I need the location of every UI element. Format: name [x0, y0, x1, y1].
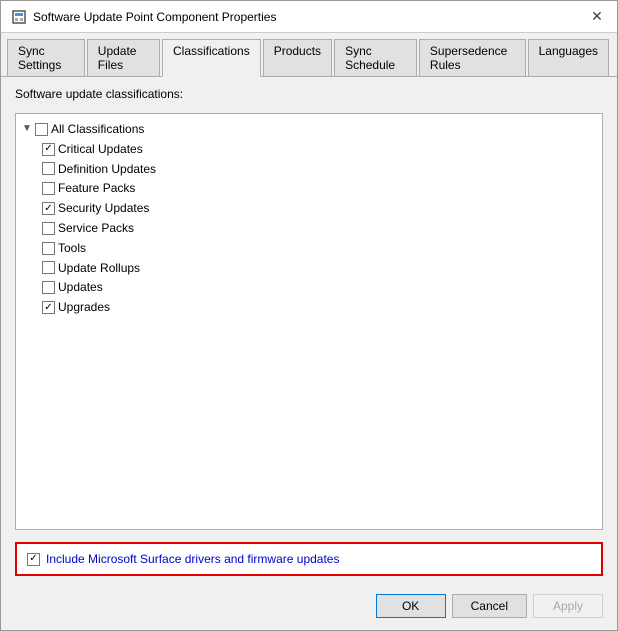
tab-update-files[interactable]: Update Files: [87, 39, 160, 76]
tree-item-root: ▼ All Classifications: [22, 120, 596, 139]
tree-item-updates: Updates: [42, 278, 596, 297]
window-title: Software Update Point Component Properti…: [33, 10, 276, 24]
tree-item-feature-packs: Feature Packs: [42, 179, 596, 198]
content-area: Software update classifications: ▼ All C…: [1, 77, 617, 586]
label-updates: Updates: [58, 279, 103, 296]
tree-container: ▼ All Classifications Critical Updates D…: [15, 113, 603, 530]
tabs-bar: Sync Settings Update Files Classificatio…: [1, 33, 617, 77]
label-critical-updates: Critical Updates: [58, 141, 143, 158]
checkbox-all-classifications[interactable]: [35, 123, 48, 136]
include-surface-text-blue: and firmware updates: [224, 552, 339, 566]
label-all-classifications: All Classifications: [51, 121, 144, 138]
checkbox-critical-updates[interactable]: [42, 143, 55, 156]
main-window: Software Update Point Component Properti…: [0, 0, 618, 631]
title-bar: Software Update Point Component Properti…: [1, 1, 617, 33]
checkbox-update-rollups[interactable]: [42, 261, 55, 274]
checkbox-service-packs[interactable]: [42, 222, 55, 235]
label-feature-packs: Feature Packs: [58, 180, 135, 197]
label-definition-updates: Definition Updates: [58, 161, 156, 178]
tree-item-update-rollups: Update Rollups: [42, 259, 596, 278]
tree-item-definition-updates: Definition Updates: [42, 160, 596, 179]
label-tools: Tools: [58, 240, 86, 257]
button-bar: OK Cancel Apply: [1, 586, 617, 630]
checkbox-tools[interactable]: [42, 242, 55, 255]
include-surface-label: Include Microsoft Surface drivers and fi…: [46, 552, 339, 566]
ok-button[interactable]: OK: [376, 594, 446, 618]
checkbox-upgrades[interactable]: [42, 301, 55, 314]
tab-sync-schedule[interactable]: Sync Schedule: [334, 39, 417, 76]
label-upgrades: Upgrades: [58, 299, 110, 316]
section-label: Software update classifications:: [15, 87, 603, 101]
tab-products[interactable]: Products: [263, 39, 332, 76]
tree-root: ▼ All Classifications Critical Updates D…: [22, 120, 596, 317]
checkbox-security-updates[interactable]: [42, 202, 55, 215]
tab-sync-settings[interactable]: Sync Settings: [7, 39, 85, 76]
label-security-updates: Security Updates: [58, 200, 149, 217]
tab-languages[interactable]: Languages: [528, 39, 609, 76]
checkbox-feature-packs[interactable]: [42, 182, 55, 195]
checkbox-include-surface[interactable]: [27, 553, 40, 566]
cancel-button[interactable]: Cancel: [452, 594, 527, 618]
tree-item-service-packs: Service Packs: [42, 219, 596, 238]
close-button[interactable]: ✕: [587, 7, 607, 27]
label-update-rollups: Update Rollups: [58, 260, 140, 277]
title-bar-left: Software Update Point Component Properti…: [11, 9, 276, 25]
expand-icon[interactable]: ▼: [22, 122, 32, 136]
window-icon: [11, 9, 27, 25]
tree-item-critical-updates: Critical Updates: [42, 140, 596, 159]
tree-item-tools: Tools: [42, 239, 596, 258]
apply-button[interactable]: Apply: [533, 594, 603, 618]
tab-classifications[interactable]: Classifications: [162, 39, 261, 77]
tab-supersedence-rules[interactable]: Supersedence Rules: [419, 39, 526, 76]
tree-item-upgrades: Upgrades: [42, 298, 596, 317]
tree-item-security-updates: Security Updates: [42, 199, 596, 218]
include-surface-section: Include Microsoft Surface drivers and fi…: [15, 542, 603, 576]
label-service-packs: Service Packs: [58, 220, 134, 237]
include-surface-text-normal: Include Microsoft Surface drivers: [46, 552, 224, 566]
checkbox-updates[interactable]: [42, 281, 55, 294]
checkbox-definition-updates[interactable]: [42, 162, 55, 175]
